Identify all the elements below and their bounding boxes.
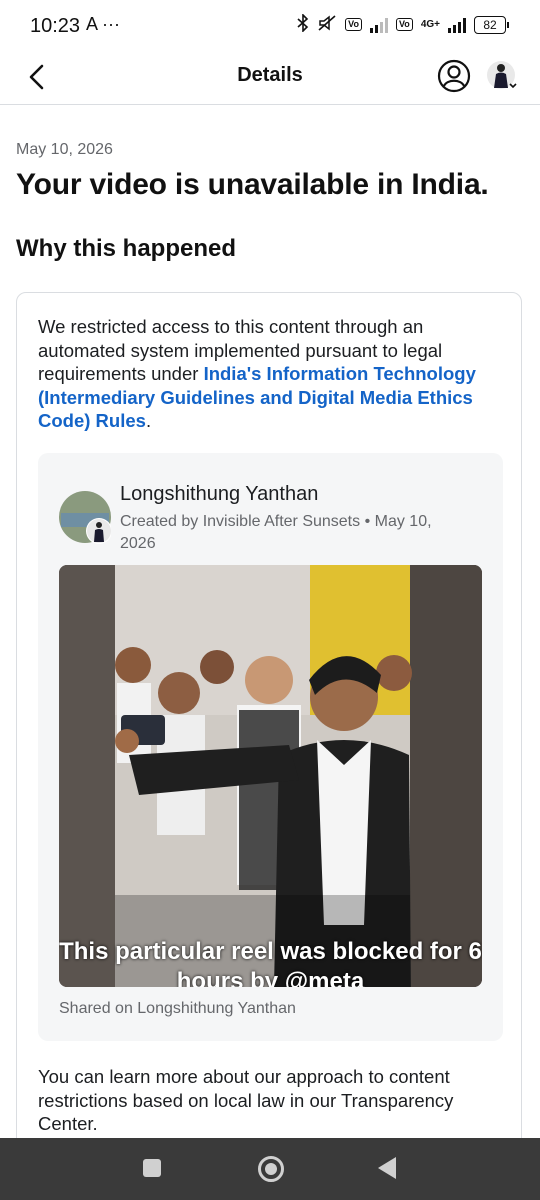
app-header: Details	[0, 52, 540, 105]
transparency-text: You can learn more about our approach to…	[38, 1066, 454, 1134]
profile-icon	[437, 59, 471, 93]
notice-date: May 10, 2026	[16, 141, 113, 158]
restricted-post[interactable]: Longshithung Yanthan Created by Invisibl…	[38, 453, 503, 1041]
explanation-text: We restricted access to this content thr…	[38, 315, 508, 433]
user-avatar	[487, 61, 517, 89]
mute-icon	[317, 14, 337, 35]
shared-on-label: Shared on Longshithung Yanthan	[59, 1000, 296, 1017]
profile-button[interactable]	[436, 58, 472, 94]
signal-icon-2	[448, 17, 466, 33]
video-frame-image	[59, 565, 482, 987]
battery-icon: 82	[474, 15, 509, 34]
details-card: We restricted access to this content thr…	[16, 292, 522, 1172]
recents-button[interactable]	[143, 1159, 161, 1177]
account-switcher[interactable]	[486, 59, 520, 93]
why-heading: Why this happened	[16, 235, 237, 262]
explanation-suffix: .	[145, 410, 152, 431]
system-back-button[interactable]	[378, 1157, 396, 1179]
notification-icons: A ···	[86, 14, 120, 34]
network-type: 4G+	[420, 18, 440, 30]
post-author-avatar	[59, 491, 112, 547]
home-button[interactable]	[258, 1156, 284, 1182]
video-thumbnail[interactable]: This particular reel was blocked for 6 h…	[59, 565, 482, 987]
signal-icon	[369, 17, 388, 33]
notice-headline: Your video is unavailable in India.	[16, 168, 489, 201]
status-time: 10:23	[30, 15, 81, 37]
post-author[interactable]: Longshithung Yanthan	[120, 483, 318, 506]
bluetooth-icon	[297, 13, 309, 35]
status-bar: 10:23 A ··· Vo Vo 4G+ 82	[0, 0, 540, 52]
post-meta: Created by Invisible After Sunsets • May…	[120, 513, 432, 552]
system-navigation-bar	[0, 1138, 540, 1200]
volte-badge-2: Vo	[395, 18, 413, 31]
status-right: Vo Vo 4G+ 82	[297, 13, 509, 35]
video-caption: This particular reel was blocked for 6 h…	[59, 938, 482, 987]
volte-badge: Vo	[345, 18, 362, 31]
